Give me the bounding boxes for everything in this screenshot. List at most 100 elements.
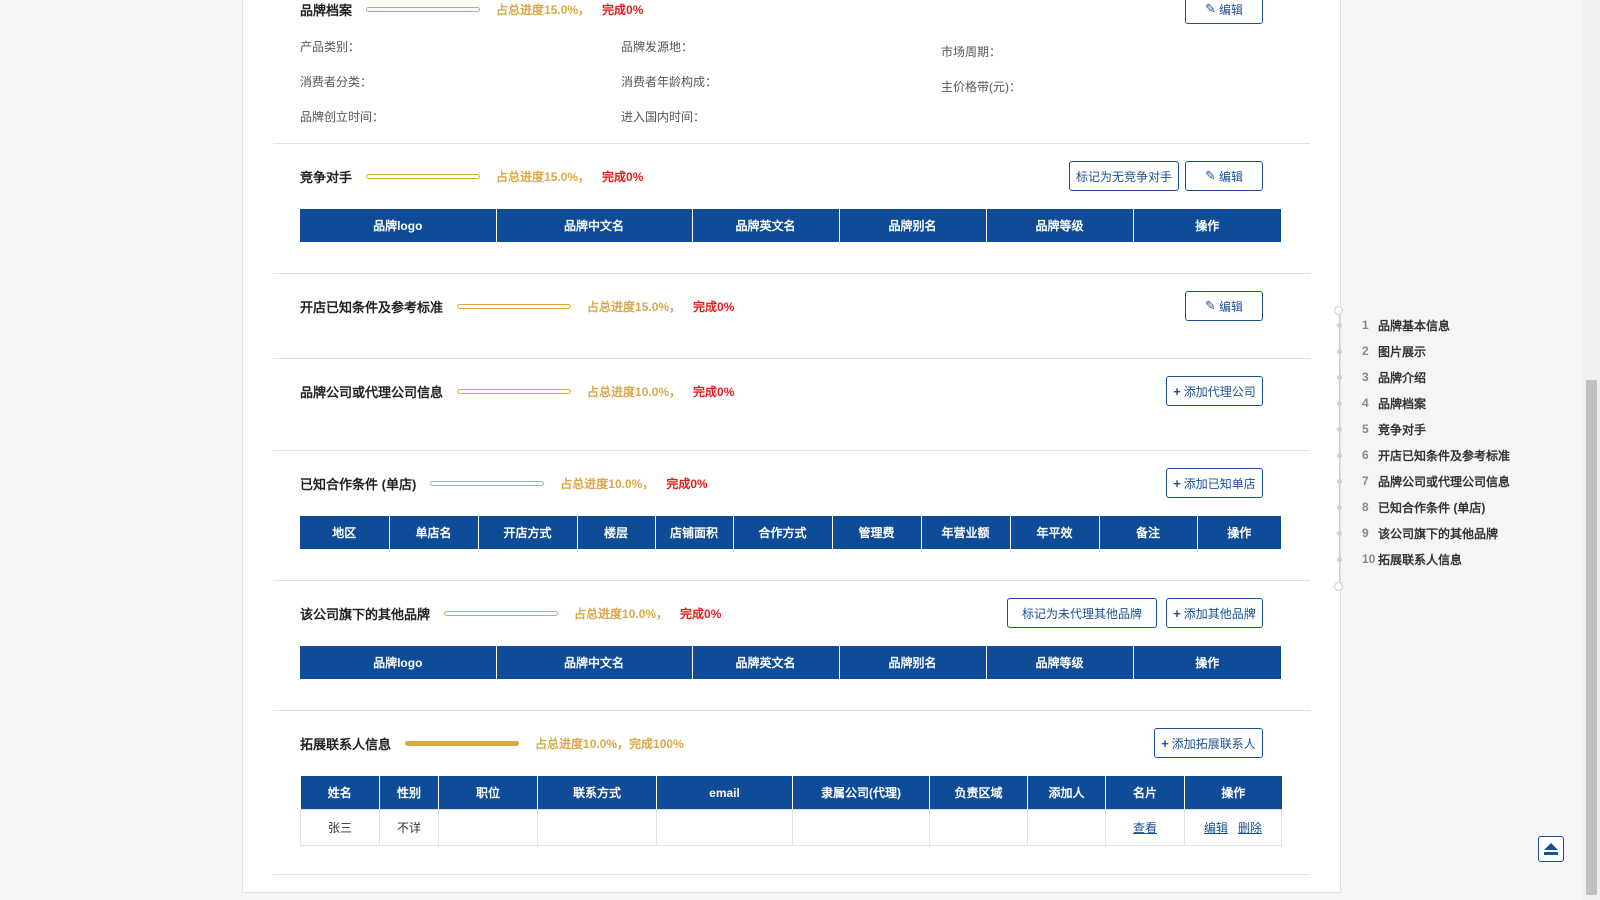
table-header: 品牌中文名: [496, 646, 693, 679]
nav-dot: [1337, 374, 1342, 380]
nav-item[interactable]: 4 品牌档案: [1333, 395, 1426, 411]
nav-item[interactable]: 3 品牌介绍: [1333, 369, 1426, 385]
view-card-link[interactable]: 查看: [1133, 821, 1157, 835]
table-header: 品牌等级: [986, 209, 1134, 242]
nav-item[interactable]: 8 已知合作条件 (单店): [1333, 499, 1485, 515]
nav-item[interactable]: 1 品牌基本信息: [1333, 317, 1450, 333]
section-title: 品牌公司或代理公司信息: [300, 384, 444, 400]
section-title: 该公司旗下的其他品牌: [300, 606, 431, 622]
edit-button[interactable]: ✎ 编辑: [1185, 291, 1263, 321]
cooperation-table: 地区 单店名 开店方式 楼层 店铺面积 合作方式 管理费 年营业额 年平效 备注…: [300, 516, 1281, 549]
table-header: 品牌logo: [300, 209, 497, 242]
edit-square-icon: ✎: [1205, 168, 1216, 183]
progress-complete: 完成0%: [693, 384, 735, 399]
table-header: email: [656, 776, 793, 810]
add-other-brand-button[interactable]: + 添加其他品牌: [1166, 598, 1263, 628]
contact-email: [656, 809, 793, 846]
edit-button[interactable]: ✎ 编辑: [1185, 161, 1263, 191]
edit-contact-link[interactable]: 编辑: [1204, 821, 1228, 835]
mark-no-other-brands-button[interactable]: 标记为未代理其他品牌: [1007, 598, 1157, 628]
progress-bar: [457, 388, 572, 394]
table-header: 开店方式: [478, 516, 578, 549]
progress-bar: [430, 480, 545, 486]
progress-complete: 完成0%: [602, 2, 644, 17]
nav-item[interactable]: 10 拓展联系人信息: [1333, 551, 1462, 567]
edit-button[interactable]: ✎ 编辑: [1185, 0, 1263, 24]
section-header: 品牌公司或代理公司信息 占总进度10.0%， 完成0%: [300, 381, 734, 401]
nav-item[interactable]: 5 竞争对手: [1333, 421, 1426, 437]
nav-label: 品牌基本信息: [1378, 318, 1451, 333]
section-other-brands: 该公司旗下的其他品牌 占总进度10.0%， 完成0% 标记为未代理其他品牌 + 添…: [273, 580, 1310, 711]
contact-card: 查看: [1105, 809, 1185, 846]
add-contact-button[interactable]: + 添加拓展联系人: [1154, 728, 1263, 758]
nav-number: 5: [1362, 422, 1369, 436]
progress-share: 占总进度15.0%，: [496, 2, 591, 17]
contact-gender: 不详: [379, 809, 439, 846]
progress-bar: [405, 740, 520, 746]
section-cooperation: 已知合作条件 (单店) 占总进度10.0%， 完成0% + 添加已知单店 地区 单…: [273, 450, 1310, 581]
nav-item[interactable]: 2 图片展示: [1333, 343, 1426, 359]
nav-item[interactable]: 7 品牌公司或代理公司信息: [1333, 473, 1510, 489]
section-header: 品牌档案 占总进度15.0%， 完成0%: [300, 0, 643, 19]
section-competitor: 竞争对手 占总进度15.0%， 完成0% 标记为无竞争对手 ✎ 编辑 品牌logo…: [273, 143, 1310, 274]
section-header: 拓展联系人信息 占总进度10.0%， 完成100%: [300, 733, 684, 753]
add-agent-button[interactable]: + 添加代理公司: [1166, 376, 1263, 406]
nav-number: 6: [1362, 448, 1369, 462]
back-to-top-button[interactable]: [1538, 836, 1564, 862]
table-header: 隶属公司(代理): [792, 776, 930, 810]
nav-item[interactable]: 9 该公司旗下的其他品牌: [1333, 525, 1498, 541]
eject-icon: [1544, 843, 1558, 855]
nav-number: 4: [1362, 396, 1369, 410]
nav-dot: [1337, 530, 1342, 536]
nav-dot: [1337, 426, 1342, 432]
nav-item[interactable]: 6 开店已知条件及参考标准: [1333, 447, 1510, 463]
nav-number: 10: [1362, 552, 1376, 566]
table-header: 品牌别名: [839, 646, 987, 679]
progress-complete: 完成0%: [602, 169, 644, 184]
contact-name: 张三: [300, 809, 380, 846]
main-panel: 品牌档案 占总进度15.0%， 完成0% ✎ 编辑 产品类别： 品牌发源地： 市场…: [242, 0, 1341, 893]
mark-no-competitor-button[interactable]: 标记为无竞争对手: [1069, 161, 1179, 191]
nav-label: 已知合作条件 (单店): [1378, 500, 1486, 515]
delete-contact-link[interactable]: 删除: [1238, 821, 1262, 835]
table-header: 职位: [438, 776, 538, 810]
table-header: 年平效: [1010, 516, 1100, 549]
field-price-band: 主价格带(元)：: [941, 80, 1021, 94]
scrollbar-thumb[interactable]: [1586, 380, 1597, 895]
scrollbar[interactable]: [1583, 0, 1600, 900]
table-header: 店铺面积: [655, 516, 734, 549]
nav-label: 品牌档案: [1378, 396, 1427, 411]
add-known-store-button[interactable]: + 添加已知单店: [1166, 468, 1263, 498]
table-header: 性别: [379, 776, 439, 810]
nav-dot: [1337, 348, 1342, 354]
table-header: 年营业额: [921, 516, 1011, 549]
other-brands-table: 品牌logo 品牌中文名 品牌英文名 品牌别名 品牌等级 操作: [300, 646, 1281, 679]
field-category: 产品类别：: [300, 40, 361, 54]
section-header: 该公司旗下的其他品牌 占总进度10.0%， 完成0%: [300, 603, 721, 623]
nav-top-endpoint: [1334, 306, 1343, 315]
progress-share: 占总进度10.0%，: [535, 736, 630, 751]
table-header: 品牌英文名: [692, 646, 840, 679]
section-contacts: 拓展联系人信息 占总进度10.0%， 完成100% + 添加拓展联系人 姓名 性别…: [273, 710, 1310, 875]
nav-dot: [1337, 478, 1342, 484]
nav-number: 9: [1362, 526, 1369, 540]
competitor-table: 品牌logo 品牌中文名 品牌英文名 品牌别名 品牌等级 操作: [300, 209, 1281, 242]
nav-label: 开店已知条件及参考标准: [1378, 448, 1511, 463]
table-header: 单店名: [389, 516, 479, 549]
nav-label: 拓展联系人信息: [1378, 552, 1463, 567]
field-entry-time: 进入国内时间：: [621, 110, 706, 124]
progress-share: 占总进度10.0%，: [560, 476, 655, 491]
table-header: 品牌等级: [986, 646, 1134, 679]
table-header: 品牌别名: [839, 209, 987, 242]
section-header: 已知合作条件 (单店) 占总进度10.0%， 完成0%: [300, 473, 708, 493]
section-agent-company: 品牌公司或代理公司信息 占总进度10.0%， 完成0% + 添加代理公司: [273, 358, 1310, 451]
nav-dot: [1337, 322, 1342, 328]
field-consumer-age: 消费者年龄构成：: [621, 75, 718, 89]
table-header: 品牌中文名: [496, 209, 693, 242]
nav-number: 1: [1362, 318, 1369, 332]
field-origin: 品牌发源地：: [621, 40, 694, 54]
pencil-icon: ✎: [1205, 1, 1216, 16]
nav-dot: [1337, 504, 1342, 510]
field-founded: 品牌创立时间：: [300, 110, 385, 124]
nav-number: 8: [1362, 500, 1369, 514]
